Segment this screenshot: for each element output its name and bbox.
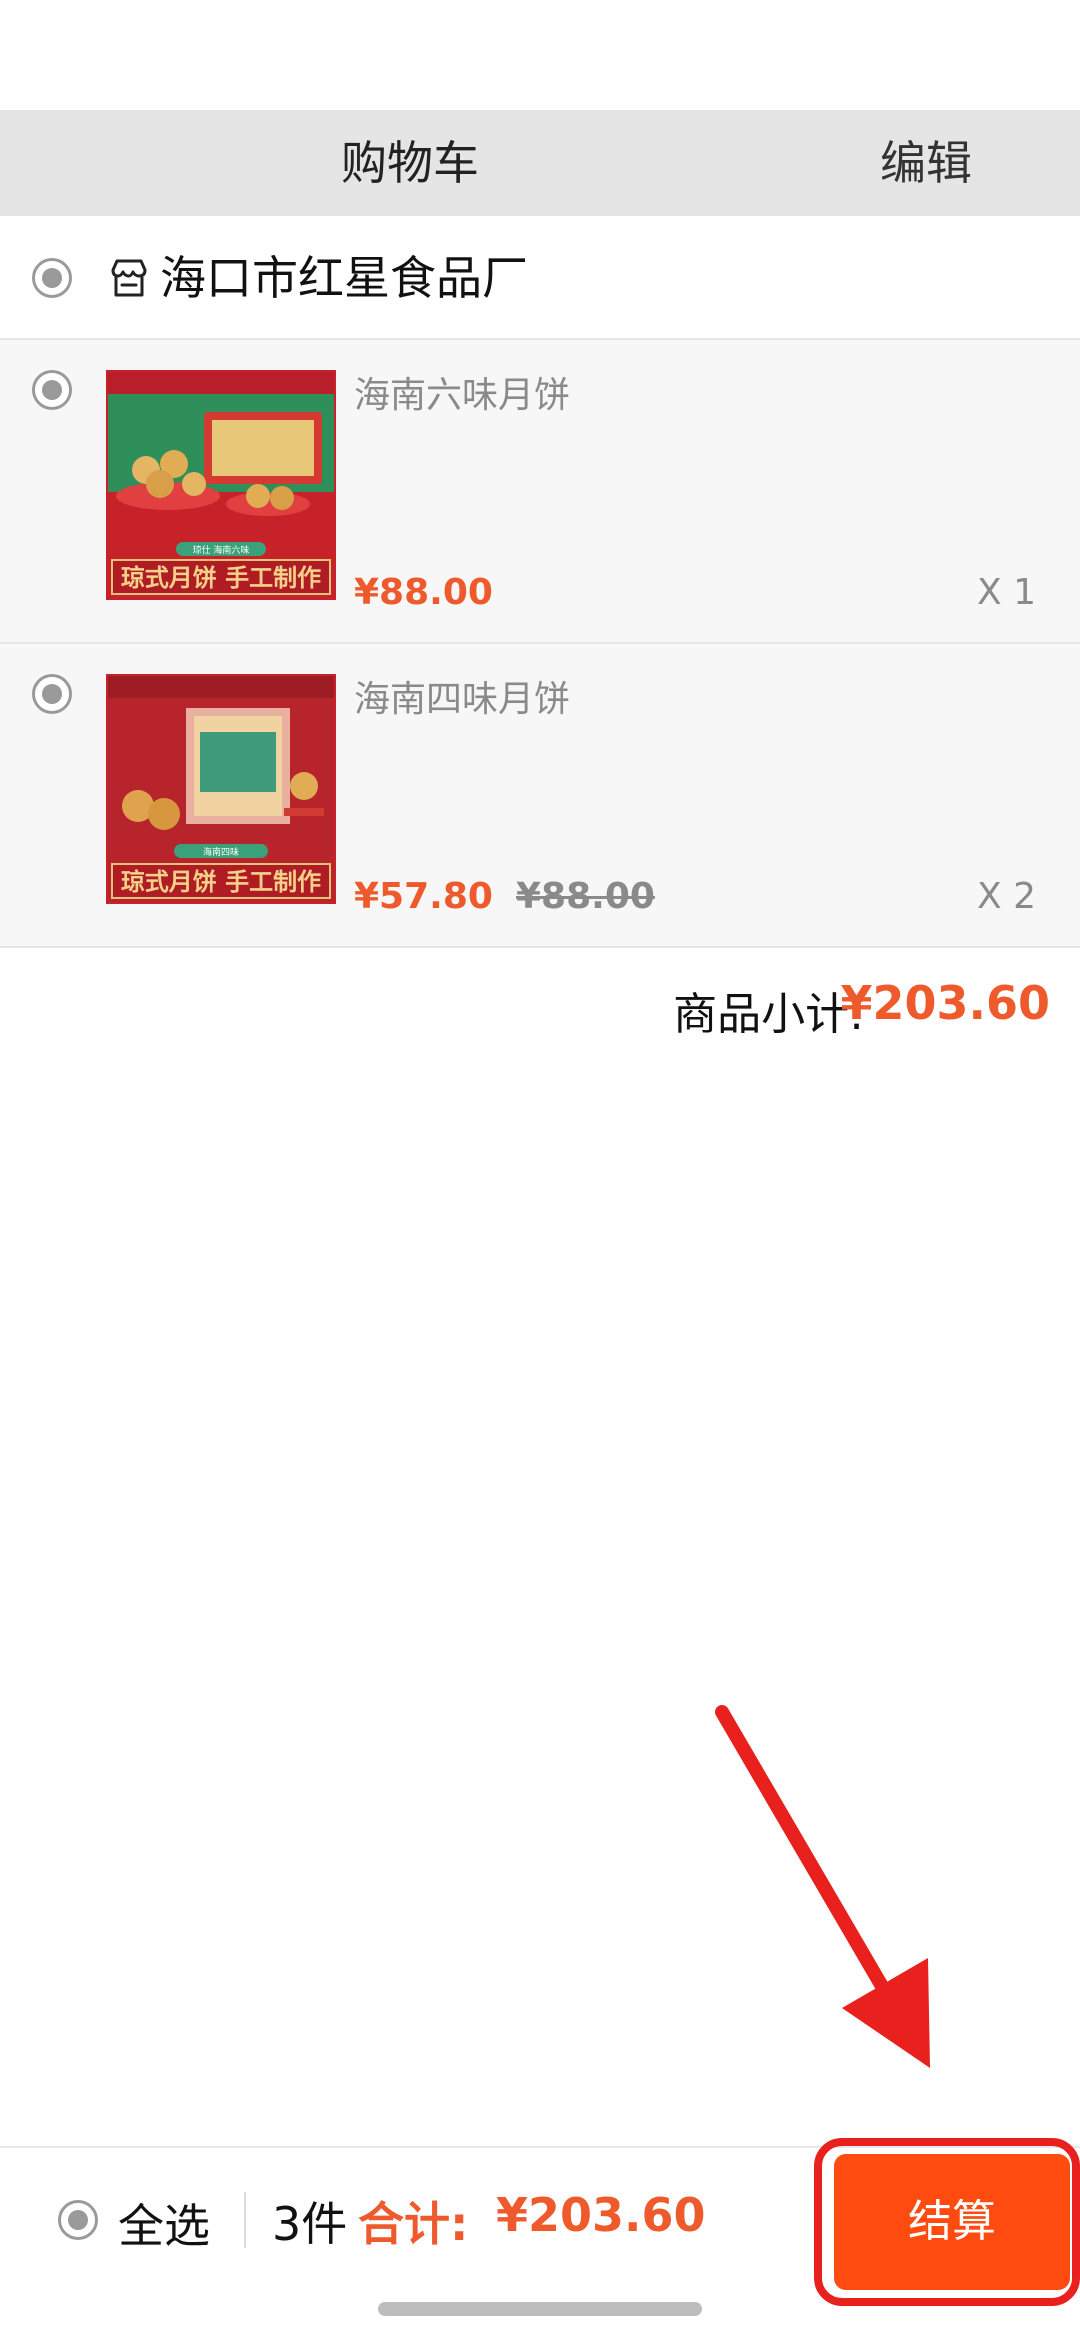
- subtotal-value: ¥203.60: [840, 976, 1050, 1030]
- item-count: 3件: [272, 2197, 348, 2251]
- annotation-arrow: [715, 1705, 930, 2068]
- store-name[interactable]: 海口市红星食品厂: [160, 216, 528, 340]
- product-name[interactable]: 海南四味月饼: [354, 670, 570, 722]
- cart-item[interactable]: 琼仕 海南六味 琼式月饼 手工制作 海南六味月饼 ¥88.00 X 1: [0, 340, 1080, 644]
- select-all-radio[interactable]: [58, 2200, 98, 2240]
- subtotal-label: 商品小计:: [673, 989, 864, 1040]
- checkout-button[interactable]: 结算: [834, 2154, 1070, 2290]
- page-title: 购物车: [341, 136, 479, 190]
- edit-button[interactable]: 编辑: [880, 110, 972, 216]
- image-tag-text: 琼仕 海南六味: [193, 544, 250, 556]
- nav-bar: 购物车 编辑: [0, 110, 1080, 216]
- product-original-price: ¥88.00: [516, 876, 655, 917]
- product-price: ¥57.80: [354, 876, 493, 917]
- status-bar: [0, 0, 1080, 110]
- item-select-radio[interactable]: [32, 674, 72, 714]
- cart-item[interactable]: 海南四味 琼式月饼 手工制作 海南四味月饼 ¥57.80 ¥88.00 X 2: [0, 644, 1080, 948]
- image-banner-text: 琼式月饼 手工制作: [121, 867, 321, 896]
- store-select-radio[interactable]: [32, 258, 72, 298]
- subtotal-row: 商品小计: ¥203.60: [0, 948, 1080, 1058]
- product-image[interactable]: 海南四味 琼式月饼 手工制作: [106, 674, 336, 904]
- product-image[interactable]: 琼仕 海南六味 琼式月饼 手工制作: [106, 370, 336, 600]
- total-label: 合计:: [358, 2197, 469, 2251]
- total-value: ¥203.60: [496, 2188, 706, 2242]
- cart-page: 购物车 编辑 海口市红星食品厂 琼仕 海南六味 琼式月饼 手工制作 海南六味月饼…: [0, 0, 1080, 2337]
- store-row: 海口市红星食品厂: [0, 216, 1080, 340]
- store-icon: [111, 259, 147, 297]
- product-price: ¥88.00: [354, 572, 493, 613]
- home-indicator[interactable]: [378, 2302, 702, 2316]
- divider: [244, 2192, 246, 2248]
- image-banner-text: 琼式月饼 手工制作: [121, 563, 321, 592]
- image-tag-text: 海南四味: [203, 846, 239, 858]
- product-quantity: X 2: [976, 876, 1036, 917]
- product-quantity: X 1: [976, 572, 1036, 613]
- item-select-radio[interactable]: [32, 370, 72, 410]
- product-name[interactable]: 海南六味月饼: [354, 366, 570, 418]
- select-all-label[interactable]: 全选: [118, 2190, 210, 2256]
